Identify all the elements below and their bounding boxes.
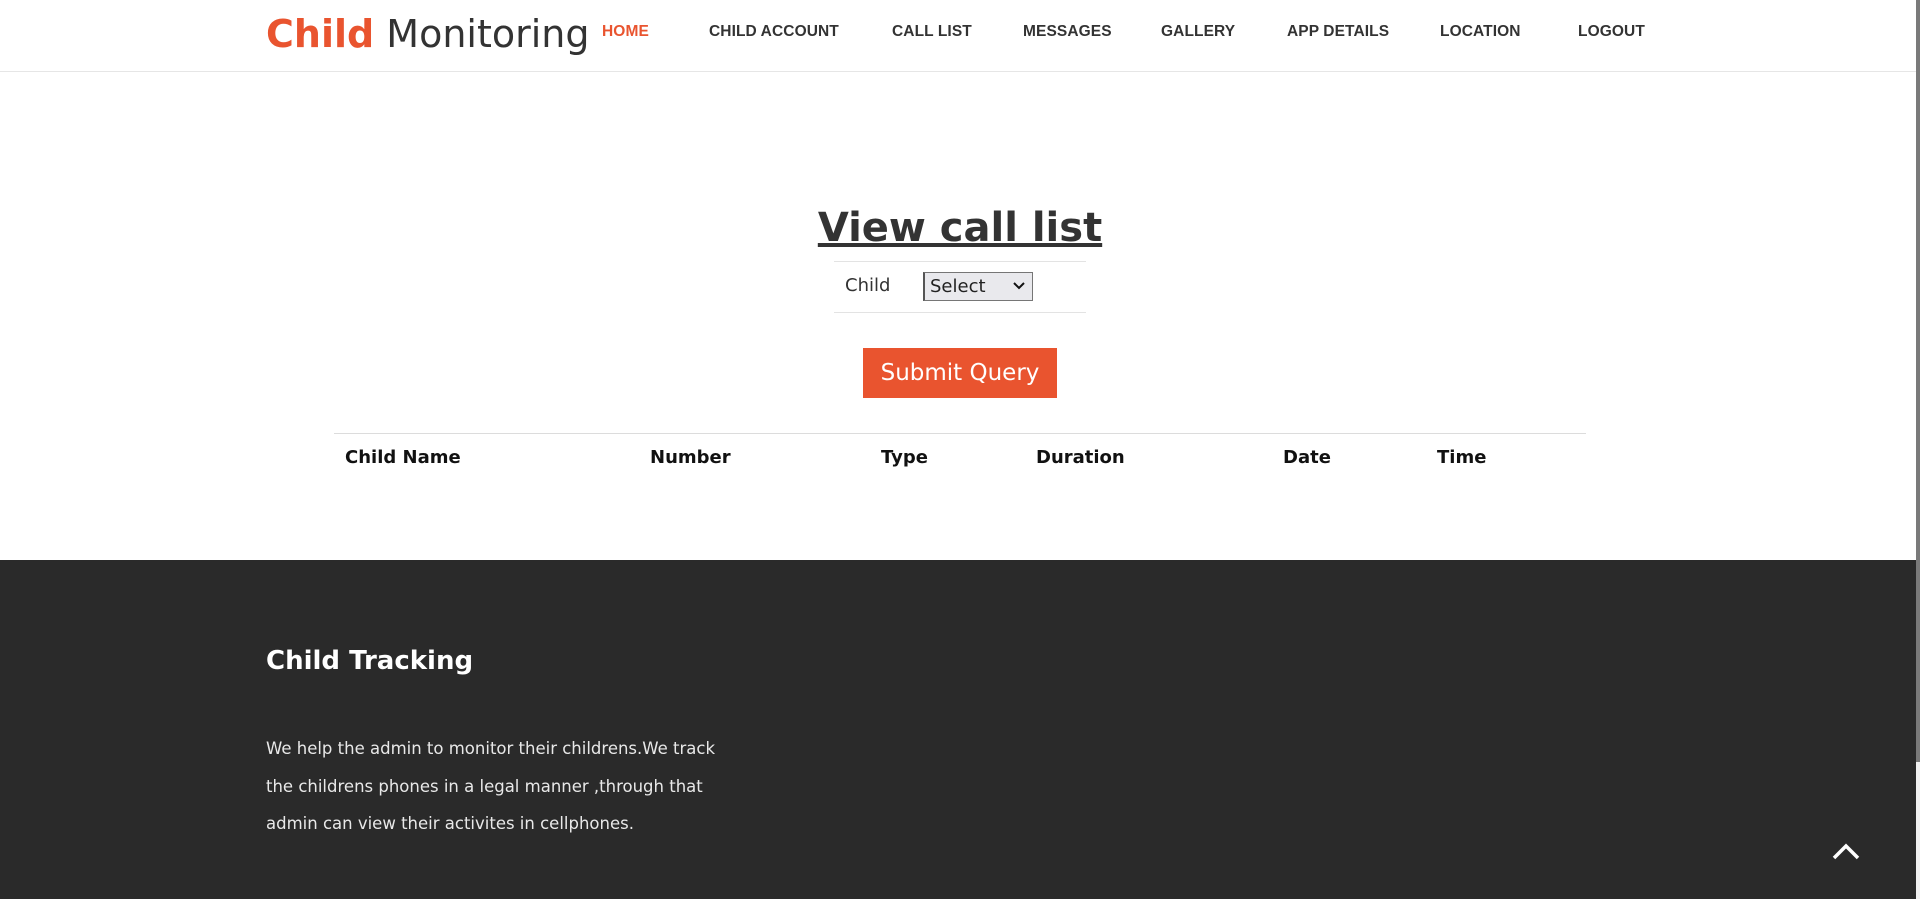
nav-app-details[interactable]: APP DETAILS (1287, 22, 1389, 42)
column-header-type: Type (881, 447, 928, 468)
page-scrollbar[interactable] (1916, 0, 1920, 899)
call-list-table: Child Name Number Type Duration Date Tim… (334, 433, 1586, 468)
column-header-date: Date (1283, 447, 1331, 468)
child-select-value: Select (930, 276, 986, 297)
footer-description: We help the admin to monitor their child… (266, 739, 716, 833)
column-header-child-name: Child Name (345, 447, 461, 468)
site-header: Child Monitoring HOME CHILD ACCOUNT CALL… (0, 0, 1916, 72)
nav-child-account[interactable]: CHILD ACCOUNT (709, 22, 839, 42)
scrollbar-thumb[interactable] (1916, 0, 1920, 762)
nav-messages[interactable]: MESSAGES (1023, 22, 1112, 42)
brand-logo[interactable]: Child Monitoring (266, 11, 590, 57)
column-header-number: Number (650, 447, 731, 468)
site-footer: Child Tracking We help the admin to moni… (0, 560, 1916, 899)
footer-title: Child Tracking (266, 646, 474, 676)
nav-gallery[interactable]: GALLERY (1161, 22, 1235, 42)
chevron-up-icon[interactable] (1830, 840, 1862, 862)
column-header-time: Time (1437, 447, 1487, 468)
column-header-duration: Duration (1036, 447, 1125, 468)
submit-query-button[interactable]: Submit Query (863, 348, 1057, 398)
brand-accent-word: Child (266, 12, 375, 56)
child-label: Child (845, 275, 891, 296)
child-filter-form: Child Select (834, 261, 1086, 313)
nav-call-list[interactable]: CALL LIST (892, 22, 972, 42)
chevron-down-icon (1013, 282, 1025, 290)
child-select[interactable]: Select (923, 272, 1033, 301)
nav-logout[interactable]: LOGOUT (1578, 22, 1645, 42)
nav-home[interactable]: HOME (602, 22, 649, 42)
page-title: View call list (817, 205, 1103, 251)
brand-rest-word: Monitoring (386, 12, 590, 56)
nav-location[interactable]: LOCATION (1440, 22, 1521, 42)
